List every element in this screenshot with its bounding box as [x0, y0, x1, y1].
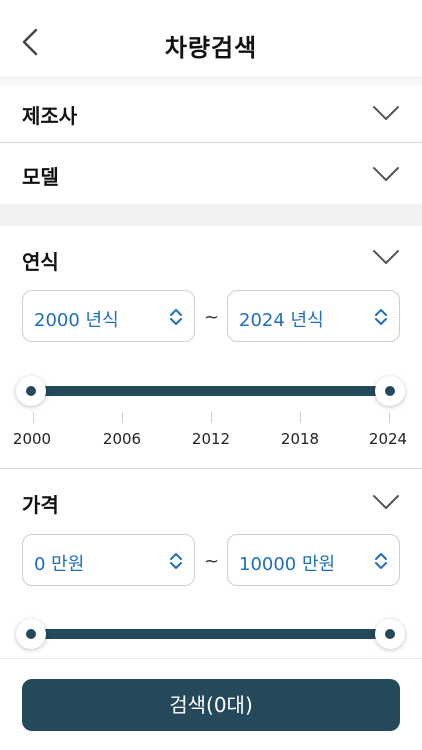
range-separator: ~: [204, 551, 220, 572]
slider-tick: [211, 412, 212, 423]
year-section: 연식 2000 년식 ~ 2024 년식 2000 2006 2012 2018…: [0, 226, 422, 468]
page-title: 차량검색: [164, 34, 258, 62]
search-button[interactable]: 검색(0대): [22, 679, 400, 731]
up-down-arrows-icon: [170, 553, 182, 569]
section-gap: [0, 204, 422, 226]
chevron-down-icon[interactable]: [372, 248, 400, 266]
price-slider-track[interactable]: [31, 629, 391, 639]
manufacturer-label: 제조사: [22, 104, 78, 128]
manufacturer-row[interactable]: 제조사: [0, 86, 422, 142]
year-tick-label: 2000: [12, 430, 52, 448]
year-slider-min-thumb[interactable]: [16, 376, 46, 406]
year-tick-label: 2012: [191, 430, 231, 448]
price-from-value: 0 만원: [34, 554, 85, 575]
year-slider-max-thumb[interactable]: [375, 376, 405, 406]
price-section: 가격 0 만원 ~ 10000 만원: [0, 469, 422, 658]
price-to-select[interactable]: 10000 만원: [227, 534, 400, 586]
year-tick-label: 2006: [102, 430, 142, 448]
price-from-select[interactable]: 0 만원: [22, 534, 195, 586]
header: 차량검색: [0, 0, 422, 84]
year-slider-track[interactable]: [31, 386, 391, 396]
year-tick-label: 2024: [368, 430, 408, 448]
year-to-select[interactable]: 2024 년식: [227, 290, 400, 342]
year-from-select[interactable]: 2000 년식: [22, 290, 195, 342]
year-tick-label: 2018: [280, 430, 320, 448]
price-to-value: 10000 만원: [239, 554, 336, 575]
chevron-down-icon[interactable]: [372, 493, 400, 511]
up-down-arrows-icon: [375, 309, 387, 325]
chevron-down-icon[interactable]: [372, 104, 400, 122]
price-slider-min-thumb[interactable]: [16, 619, 46, 649]
price-label: 가격: [22, 493, 59, 517]
slider-tick: [300, 412, 301, 423]
chevron-down-icon[interactable]: [372, 165, 400, 183]
up-down-arrows-icon: [170, 309, 182, 325]
year-from-value: 2000 년식: [34, 310, 119, 331]
year-label: 연식: [22, 250, 59, 274]
price-slider-max-thumb[interactable]: [375, 619, 405, 649]
year-to-value: 2024 년식: [239, 310, 324, 331]
range-separator: ~: [204, 307, 220, 328]
model-label: 모델: [22, 165, 59, 189]
model-row[interactable]: 모델: [0, 143, 422, 203]
header-divider: [0, 76, 422, 86]
up-down-arrows-icon: [375, 553, 387, 569]
slider-tick: [33, 412, 34, 423]
slider-tick: [389, 412, 390, 423]
slider-tick: [122, 412, 123, 423]
